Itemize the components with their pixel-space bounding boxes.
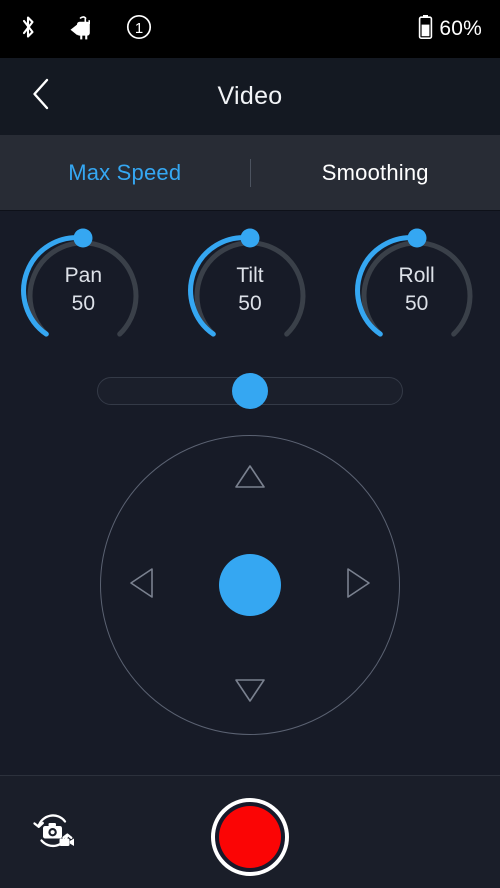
camera-video-switch-button[interactable] [26,806,80,860]
bluetooth-icon [16,13,40,46]
direction-pad[interactable] [100,435,400,735]
page-title: Video [0,82,500,111]
back-button[interactable] [12,58,70,135]
dpad-down-button[interactable] [231,673,269,711]
tab-bar-underline [0,210,500,211]
tab-max-speed[interactable]: Max Speed [0,160,250,186]
triangle-right-icon [345,566,373,605]
joystick-knob[interactable] [219,554,281,616]
triangle-left-icon [127,566,155,605]
svg-text:1: 1 [135,20,143,37]
battery-icon [418,14,433,45]
app-header: Video [0,58,500,135]
status-bar-right: 60% [418,14,482,45]
dial-roll[interactable]: Roll 50 [354,228,480,354]
speed-slider[interactable] [97,377,403,405]
triangle-down-icon [233,676,267,709]
camera-video-switch-icon [28,806,78,861]
dpad-up-button[interactable] [231,459,269,497]
dial-tilt[interactable]: Tilt 50 [187,228,313,354]
mode-tab-bar: Max Speed Smoothing [0,135,500,211]
record-button[interactable] [211,798,289,876]
video-control-screen: 1 60% Video Max [0,0,500,888]
chevron-left-icon [30,77,52,116]
status-bar: 1 60% [0,0,500,58]
axis-dials-group: Pan 50 Tilt 50 Roll 50 [0,228,500,358]
dpad-right-button[interactable] [340,566,378,604]
tab-smoothing[interactable]: Smoothing [251,160,500,186]
gimbal-icon [68,13,98,46]
record-button-inner [219,806,281,868]
speed-slider-thumb[interactable] [232,373,268,409]
dpad-left-button[interactable] [122,566,160,604]
battery-percentage: 60% [439,17,482,41]
status-bar-left-icons: 1 [16,13,152,46]
dial-pan[interactable]: Pan 50 [20,228,146,354]
triangle-up-icon [233,462,267,495]
circle-one-icon: 1 [126,14,152,45]
